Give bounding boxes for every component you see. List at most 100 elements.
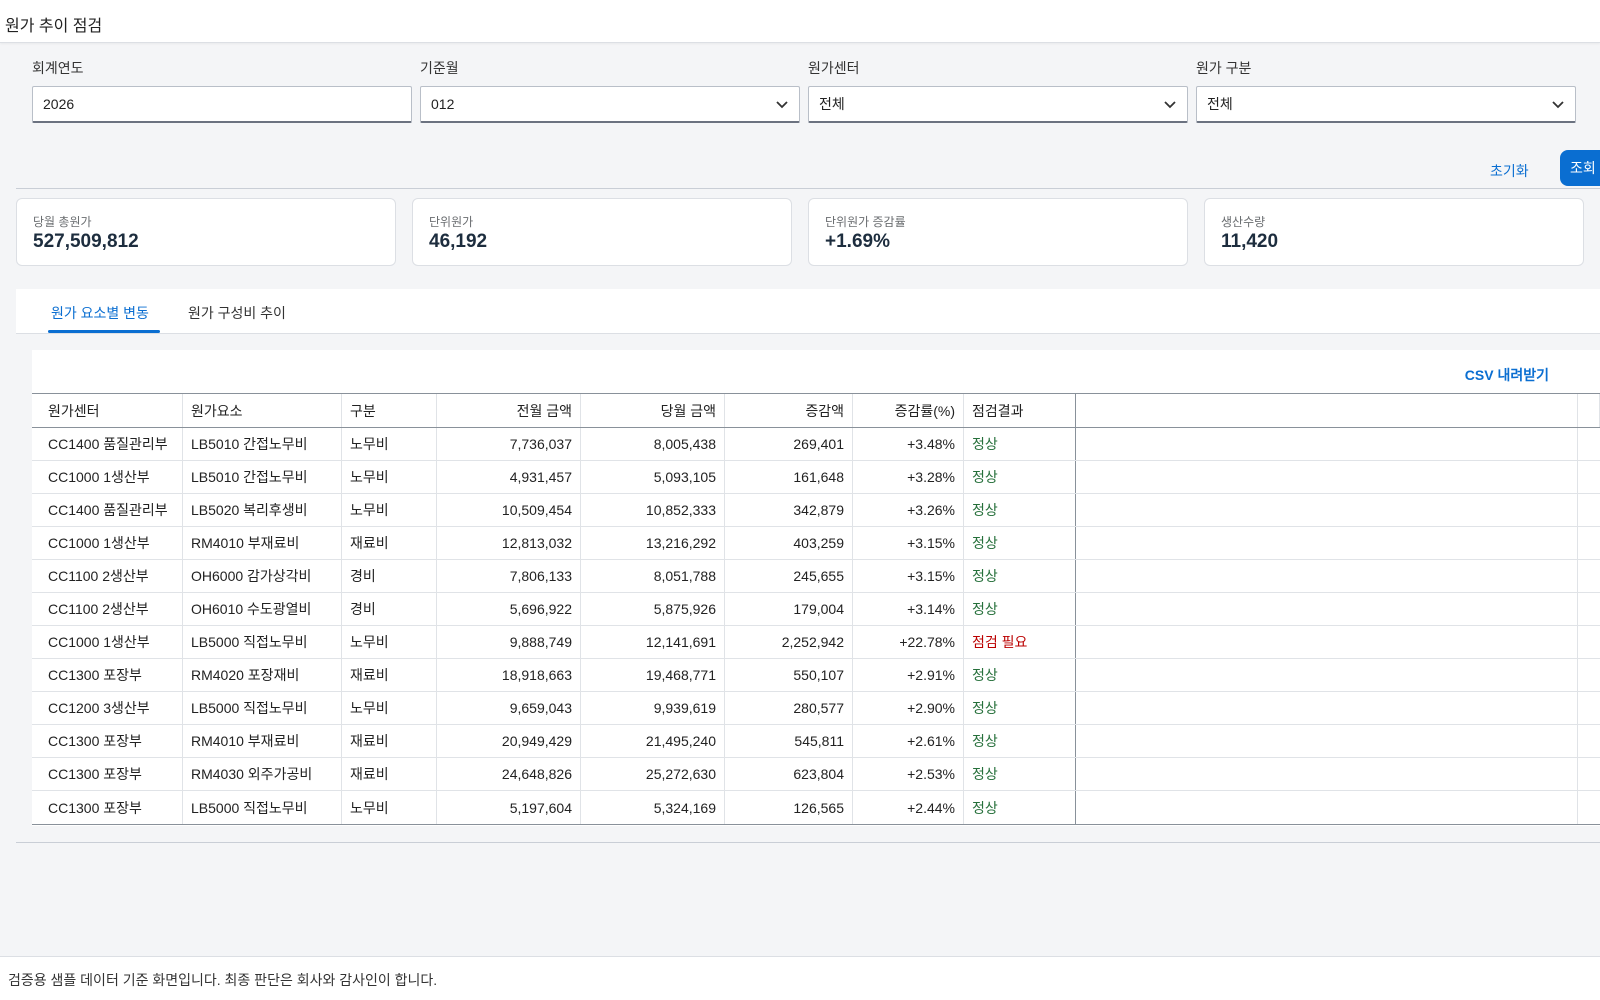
empty-cell (1578, 626, 1600, 658)
cost-element-cell: LB5000 직접노무비 (183, 692, 342, 724)
diff-amount-cell: 269,401 (725, 428, 853, 460)
empty-cell (1076, 527, 1578, 559)
cost-center-cell: CC1000 1생산부 (32, 626, 183, 658)
table-row[interactable]: CC1200 3생산부 LB5000 직접노무비 노무비 9,659,043 9,939… (32, 692, 1600, 725)
diff-amount-cell: 126,565 (725, 791, 853, 824)
cur-amount-cell: 13,216,292 (581, 527, 725, 559)
check-result-cell: 정상 (964, 725, 1076, 757)
column-header[interactable]: 증감액 (725, 394, 853, 427)
prev-amount-cell: 10,509,454 (437, 494, 581, 526)
fiscal-year-input[interactable]: 2026 (32, 86, 412, 123)
cost-type-cell: 재료비 (342, 527, 437, 559)
diff-amount-cell: 545,811 (725, 725, 853, 757)
tab-cost-composition-trend[interactable]: 원가 구성비 추이 (188, 303, 286, 323)
filter-label: 원가 구분 (1196, 60, 1252, 76)
cur-amount-cell: 19,468,771 (581, 659, 725, 691)
diff-amount-cell: 161,648 (725, 461, 853, 493)
table-row[interactable]: CC1000 1생산부 RM4010 부재료비 재료비 12,813,032 13,21… (32, 527, 1600, 560)
empty-cell (1076, 593, 1578, 625)
filter-value: 전체 (819, 96, 845, 112)
table-header-row: 원가센터 원가요소 구분 전월 금액 당월 금액 증감액 증감률(%) 점검결과 (32, 394, 1600, 428)
check-result-cell: 정상 (964, 659, 1076, 691)
table-row[interactable]: CC1100 2생산부 OH6000 감가상각비 경비 7,806,133 8,051,… (32, 560, 1600, 593)
change-rate-cell: +3.28% (853, 461, 964, 493)
column-header[interactable]: 점검결과 (964, 394, 1076, 427)
table-row[interactable]: CC1300 포장부 RM4030 외주가공비 재료비 24,648,826 25,27… (32, 758, 1600, 791)
cur-amount-cell: 8,051,788 (581, 560, 725, 592)
empty-cell (1076, 725, 1578, 757)
cost-type-cell: 노무비 (342, 428, 437, 460)
csv-download-button[interactable]: CSV 내려받기 (1465, 365, 1549, 385)
table-row[interactable]: CC1400 품질관리부 LB5020 복리후생비 노무비 10,509,454 10,… (32, 494, 1600, 527)
cur-amount-cell: 8,005,438 (581, 428, 725, 460)
empty-cell (1578, 791, 1600, 824)
empty-column (1076, 394, 1578, 427)
prev-amount-cell: 9,659,043 (437, 692, 581, 724)
prev-amount-cell: 4,931,457 (437, 461, 581, 493)
check-result-cell: 정상 (964, 560, 1076, 592)
table-row[interactable]: CC1300 포장부 RM4010 부재료비 재료비 20,949,429 21,495… (32, 725, 1600, 758)
check-result-status: 정상 (972, 469, 998, 485)
table-body: CC1400 품질관리부 LB5010 간접노무비 노무비 7,736,037 8,00… (32, 428, 1600, 824)
table-row[interactable]: CC1400 품질관리부 LB5010 간접노무비 노무비 7,736,037 8,00… (32, 428, 1600, 461)
base-month-select[interactable]: 012 (420, 86, 800, 123)
cost-center-cell: CC1400 품질관리부 (32, 428, 183, 460)
change-rate-cell: +2.44% (853, 791, 964, 824)
column-header[interactable]: 증감률(%) (853, 394, 964, 427)
search-button[interactable]: 조회 (1560, 150, 1600, 186)
check-result-status: 정상 (972, 799, 998, 816)
cost-center-cell: CC1300 포장부 (32, 725, 183, 757)
table-row[interactable]: CC1000 1생산부 LB5000 직접노무비 노무비 9,888,749 12,14… (32, 626, 1600, 659)
cost-type-cell: 노무비 (342, 494, 437, 526)
table-row[interactable]: CC1300 포장부 RM4020 포장재비 재료비 18,918,663 19,468… (32, 659, 1600, 692)
empty-cell (1076, 428, 1578, 460)
table-row[interactable]: CC1000 1생산부 LB5010 간접노무비 노무비 4,931,457 5,093… (32, 461, 1600, 494)
reset-button[interactable]: 초기화 (1490, 155, 1529, 187)
cost-center-cell: CC1000 1생산부 (32, 461, 183, 493)
change-rate-cell: +22.78% (853, 626, 964, 658)
kpi-card-production-qty: 생산수량 11,420 (1204, 198, 1584, 266)
footer-note: 검증용 샘플 데이터 기준 화면입니다. 최종 판단은 회사와 감사인이 합니다… (8, 972, 438, 988)
diff-amount-cell: 403,259 (725, 527, 853, 559)
empty-cell (1076, 791, 1578, 824)
cost-element-cell: LB5000 직접노무비 (183, 626, 342, 658)
cost-center-cell: CC1400 품질관리부 (32, 494, 183, 526)
prev-amount-cell: 20,949,429 (437, 725, 581, 757)
check-result-status: 정상 (972, 601, 998, 617)
page-title: 원가 추이 점검 (5, 18, 103, 35)
check-result-cell: 정상 (964, 692, 1076, 724)
cost-center-select[interactable]: 전체 (808, 86, 1188, 123)
cur-amount-cell: 9,939,619 (581, 692, 725, 724)
check-result-status: 점검 필요 (972, 634, 1028, 650)
diff-amount-cell: 245,655 (725, 560, 853, 592)
check-result-cell: 정상 (964, 758, 1076, 790)
empty-cell (1578, 560, 1600, 592)
kpi-card-unit-cost-change: 단위원가 증감률 +1.69% (808, 198, 1188, 266)
table-row[interactable]: CC1100 2생산부 OH6010 수도광열비 경비 5,696,922 5,875,… (32, 593, 1600, 626)
column-header[interactable]: 원가센터 (32, 394, 183, 427)
diff-amount-cell: 2,252,942 (725, 626, 853, 658)
cost-type-select[interactable]: 전체 (1196, 86, 1576, 123)
cost-element-cell: LB5020 복리후생비 (183, 494, 342, 526)
kpi-label: 단위원가 (429, 215, 474, 229)
cost-element-cell: LB5000 직접노무비 (183, 791, 342, 824)
chevron-down-icon (776, 101, 788, 109)
cur-amount-cell: 5,093,105 (581, 461, 725, 493)
kpi-value: 527,509,812 (33, 231, 139, 252)
tab-cost-element-change[interactable]: 원가 요소별 변동 (51, 303, 149, 323)
table-row[interactable]: CC1300 포장부 LB5000 직접노무비 노무비 5,197,604 5,324,… (32, 791, 1600, 824)
column-header[interactable]: 구분 (342, 394, 437, 427)
kpi-label: 당월 총원가 (33, 215, 92, 229)
column-header[interactable]: 당월 금액 (581, 394, 725, 427)
cost-element-cell: RM4010 부재료비 (183, 725, 342, 757)
kpi-label: 생산수량 (1221, 215, 1266, 229)
check-result-status: 정상 (972, 733, 998, 749)
empty-cell (1076, 494, 1578, 526)
column-header[interactable]: 원가요소 (183, 394, 342, 427)
diff-amount-cell: 280,577 (725, 692, 853, 724)
check-result-cell: 정상 (964, 593, 1076, 625)
empty-cell (1076, 692, 1578, 724)
change-rate-cell: +3.15% (853, 560, 964, 592)
column-header[interactable]: 전월 금액 (437, 394, 581, 427)
cost-element-cell: LB5010 간접노무비 (183, 461, 342, 493)
